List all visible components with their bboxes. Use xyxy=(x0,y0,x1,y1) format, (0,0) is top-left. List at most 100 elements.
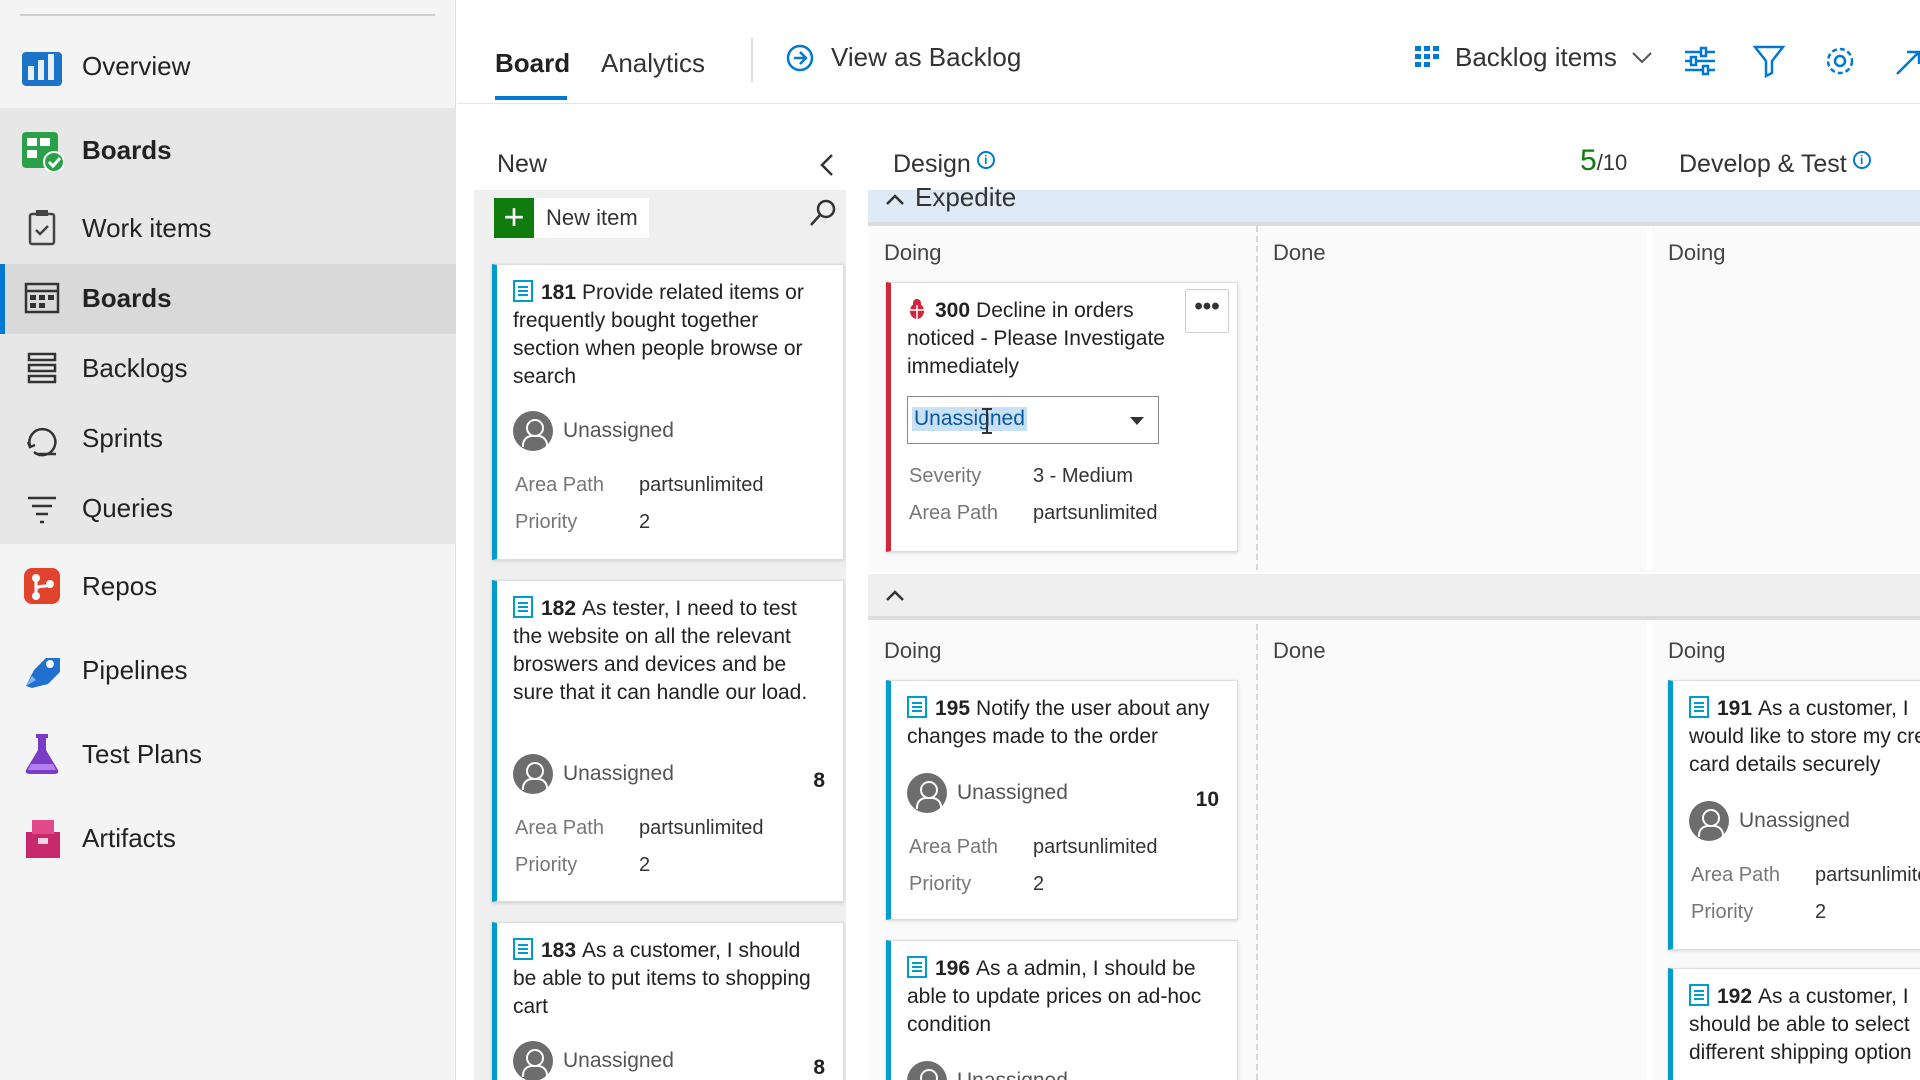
card-title[interactable]: 182 As tester, I need to test the website… xyxy=(513,595,829,707)
backlog-level-dropdown[interactable]: Backlog items xyxy=(1413,42,1653,73)
arrow-circle-icon xyxy=(786,44,814,71)
expedite-lane-label: Expedite xyxy=(915,182,1017,212)
card-title[interactable]: 181 Provide related items or frequently b… xyxy=(513,279,829,391)
sidebar-item-artifacts[interactable]: Artifacts xyxy=(0,816,456,860)
test-plans-icon xyxy=(25,734,59,774)
wip-limit: 5/10 xyxy=(1580,144,1627,178)
field-value[interactable]: 2 xyxy=(1033,873,1044,896)
column-title-new: New xyxy=(497,150,548,178)
sidebar-item-label: Boards xyxy=(82,134,172,165)
sidebar-item-sprints[interactable]: Sprints xyxy=(0,416,456,460)
collapse-left-icon[interactable] xyxy=(818,152,836,178)
field-value[interactable]: partsunlimited xyxy=(639,474,764,497)
column-divider xyxy=(1256,624,1258,1080)
work-item-card[interactable]: 183 As a customer, I should be able to pu… xyxy=(492,922,844,1080)
bug-icon xyxy=(910,299,924,319)
field-value[interactable]: partsunlimited xyxy=(639,817,764,840)
work-item-card[interactable]: 191 As a customer, I would like to store … xyxy=(1668,680,1920,950)
chevron-up-icon[interactable] xyxy=(884,190,906,208)
tab-board[interactable]: Board xyxy=(495,48,570,79)
sidebar-item-backlogs[interactable]: Backlogs xyxy=(0,346,456,390)
gear-icon[interactable] xyxy=(1823,44,1857,78)
new-item-button[interactable]: + New item xyxy=(494,198,649,238)
work-item-card[interactable]: 181 Provide related items or frequently b… xyxy=(492,264,844,560)
assignee[interactable]: Unassigned xyxy=(907,773,1068,813)
expand-icon[interactable] xyxy=(1893,44,1920,78)
expedite-lane-header[interactable] xyxy=(868,190,1920,222)
card-title[interactable]: 195 Notify the user about any changes mad… xyxy=(907,695,1223,751)
sidebar-item-overview[interactable]: Overview xyxy=(0,44,456,88)
sidebar-item-label: Artifacts xyxy=(82,822,176,853)
card-id: 181 xyxy=(541,281,577,304)
field-value[interactable]: 2 xyxy=(639,854,650,877)
field-value[interactable]: 3 - Medium xyxy=(1033,465,1133,488)
field-value[interactable]: partsunlimited xyxy=(1033,836,1158,859)
work-item-card[interactable]: 182 As tester, I need to test the website… xyxy=(492,580,844,902)
field-value[interactable]: partsunlimited xyxy=(1033,502,1158,525)
card-id: 196 xyxy=(935,957,971,980)
user-story-icon xyxy=(513,280,533,302)
sidebar-item-work-items[interactable]: Work items xyxy=(0,206,456,250)
wip-max: /10 xyxy=(1596,150,1628,175)
chevron-up-icon[interactable] xyxy=(884,586,906,604)
field-value[interactable]: 2 xyxy=(639,511,650,534)
avatar xyxy=(513,1041,553,1080)
card-id: 183 xyxy=(541,939,577,962)
info-icon[interactable]: i xyxy=(1852,151,1871,169)
assignee-name: Unassigned xyxy=(957,781,1068,804)
backlog-grid-icon xyxy=(1415,45,1439,67)
assigned-to-dropdown[interactable]: Unassigned xyxy=(907,396,1159,444)
effort-value: 8 xyxy=(813,1056,825,1079)
assignee[interactable]: Unassigned xyxy=(513,411,674,451)
card-title[interactable]: 196 As a admin, I should be able to updat… xyxy=(907,955,1223,1039)
subcolumn-doing: Doing xyxy=(1668,240,1726,265)
card-title[interactable]: 183 As a customer, I should be able to pu… xyxy=(513,937,829,1021)
sidebar-item-pipelines[interactable]: Pipelines xyxy=(0,648,456,692)
subcolumn-doing: Doing xyxy=(1668,638,1726,663)
board-grid-icon xyxy=(24,282,60,314)
field-value[interactable]: 2 xyxy=(1815,901,1826,924)
sidebar-item-label: Overview xyxy=(82,50,191,81)
sidebar-item-label: Repos xyxy=(82,570,158,601)
sidebar-item-label: Work items xyxy=(82,212,212,243)
field-label: Priority xyxy=(515,854,578,876)
work-item-card[interactable]: 195 Notify the user about any changes mad… xyxy=(886,680,1238,920)
card-title[interactable]: 300 Decline in orders noticed - Please In… xyxy=(907,297,1173,381)
chevron-down-icon xyxy=(1632,51,1652,63)
info-icon[interactable]: i xyxy=(976,151,995,169)
assignee[interactable]: Unassigned xyxy=(1689,801,1850,841)
work-item-card[interactable]: 192 As a customer, I should be able to se… xyxy=(1668,968,1920,1080)
queries-icon xyxy=(28,496,56,524)
view-as-backlog-label: View as Backlog xyxy=(831,42,1022,72)
sidebar-item-boards-sub[interactable]: Boards xyxy=(0,276,456,320)
more-actions-button[interactable]: ••• xyxy=(1185,289,1229,333)
card-id: 191 xyxy=(1717,697,1753,720)
search-icon[interactable] xyxy=(808,198,838,228)
sprints-icon xyxy=(26,427,57,457)
view-as-backlog-button[interactable]: View as Backlog xyxy=(785,42,1021,73)
field-label: Area Path xyxy=(1691,864,1780,886)
card-title[interactable]: 192 As a customer, I should be able to se… xyxy=(1689,983,1920,1067)
filter-icon[interactable] xyxy=(1753,44,1785,78)
tab-analytics[interactable]: Analytics xyxy=(601,48,705,79)
sidebar-item-boards[interactable]: Boards xyxy=(0,128,456,172)
settings-sliders-icon[interactable] xyxy=(1683,44,1717,78)
caret-down-icon[interactable] xyxy=(1130,417,1144,425)
field-label: Area Path xyxy=(515,474,604,496)
board-header: Board Analytics View as Backlog Backlog … xyxy=(457,0,1920,104)
sidebar-item-queries[interactable]: Queries xyxy=(0,486,456,530)
user-story-icon xyxy=(907,956,927,978)
card-title[interactable]: 191 As a customer, I would like to store … xyxy=(1689,695,1920,779)
subcolumn-done: Done xyxy=(1273,240,1326,265)
assignee[interactable]: Unassigned xyxy=(907,1061,1068,1080)
sidebar-item-test-plans[interactable]: Test Plans xyxy=(0,732,456,776)
assigned-to-input[interactable]: Unassigned xyxy=(912,407,1027,431)
assignee[interactable]: Unassigned xyxy=(513,754,674,794)
default-lane-header[interactable] xyxy=(868,574,1920,616)
work-item-card-bug[interactable]: 300 Decline in orders noticed - Please In… xyxy=(886,282,1238,552)
assignee[interactable]: Unassigned xyxy=(513,1041,674,1080)
work-item-card[interactable]: 196 As a admin, I should be able to updat… xyxy=(886,940,1238,1080)
repos-icon xyxy=(24,568,60,604)
sidebar-item-repos[interactable]: Repos xyxy=(0,564,456,608)
field-value[interactable]: partsunlimited xyxy=(1815,864,1920,887)
